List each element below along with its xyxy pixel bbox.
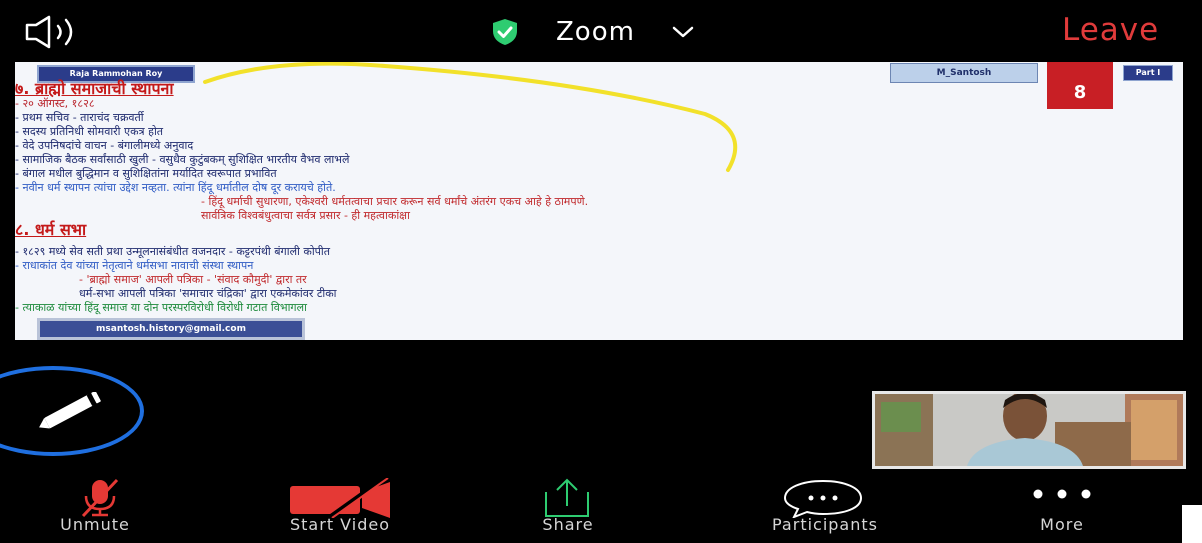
more-button[interactable]: More <box>980 470 1180 543</box>
speaker-icon[interactable] <box>22 14 112 50</box>
participants-button[interactable]: Participants <box>725 470 925 543</box>
slide-line: - १८२९ मध्ये सेव सती प्रथा उन्मूलनासंबंध… <box>15 245 331 258</box>
pencil-icon[interactable] <box>34 392 106 430</box>
video-off-icon <box>290 478 390 518</box>
slide-subline: धर्म-सभा आपली पत्रिका 'समाचार चंद्रिका' … <box>79 287 337 300</box>
meeting-title-group[interactable]: Zoom <box>490 14 695 50</box>
more-label: More <box>1040 515 1084 534</box>
microphone-muted-icon <box>81 478 119 518</box>
participant-video-image <box>875 394 1183 466</box>
slide-line: - सामाजिक बैठक सर्वांसाठी खुली - वसुधैव … <box>15 153 350 166</box>
slide-line: - सदस्य प्रतिनिधी सोमवारी एकत्र होत <box>15 125 164 138</box>
section-heading-brahmo-samaj: ७. ब्राह्मो समाजाची स्थापना <box>15 79 174 98</box>
presenter-name-tag: M_Santosh <box>890 63 1038 83</box>
participant-video-thumbnail[interactable] <box>872 391 1186 469</box>
start-video-button[interactable]: Start Video <box>240 470 440 543</box>
slide-line: - वेदे उपनिषदांचे वाचन - बंगालीमध्ये अनु… <box>15 139 194 152</box>
meeting-top-bar: Zoom Leave <box>0 0 1202 62</box>
meeting-toolbar: Unmute Start Video Share Participants Mo… <box>0 470 1202 543</box>
slide-line: - त्याकाळ यांच्या हिंदू समाज या दोन परस्… <box>15 301 307 314</box>
slide-page-number: 8 <box>1047 62 1113 109</box>
share-button[interactable]: Share <box>480 470 680 543</box>
slide-line: - नवीन धर्म स्थापन त्यांचा उद्देश नव्हता… <box>15 181 336 194</box>
slide-part-tag: Part I <box>1123 65 1173 81</box>
slide-line: - राधाकांत देव यांच्या नेतृत्वाने धर्मसभ… <box>15 259 254 272</box>
slide-line: - प्रथम सचिव - ताराचंद चक्रवर्ती <box>15 111 144 124</box>
participants-chat-icon <box>783 479 863 518</box>
slide-subline: - हिंदू धर्माची सुधारणा, एकेश्वरी धर्मतत… <box>201 195 589 208</box>
more-dots-icon <box>1033 489 1091 499</box>
shared-screen-slide: Raja Rammohan Roy M_Santosh 8 Part I ७. … <box>15 62 1183 340</box>
slide-subline: सार्वत्रिक विश्वबंधुत्वाचा सर्वत्र प्रसा… <box>201 209 410 222</box>
leave-button[interactable]: Leave <box>1062 12 1159 48</box>
encryption-shield-icon <box>493 19 517 45</box>
share-label: Share <box>542 515 594 534</box>
slide-subline: - 'ब्राह्मो समाज' आपली पत्रिका - 'संवाद … <box>79 273 307 286</box>
corner-white-box <box>1182 505 1202 543</box>
share-screen-icon <box>545 478 589 517</box>
slide-line: - बंगाल मधील बुद्धिमान व सुशिक्षितांना म… <box>15 167 277 180</box>
start-video-label: Start Video <box>290 515 390 534</box>
unmute-button[interactable]: Unmute <box>0 470 200 543</box>
meeting-title: Zoom <box>556 17 635 47</box>
unmute-label: Unmute <box>60 515 130 534</box>
presenter-email: msantosh.history@gmail.com <box>37 318 305 340</box>
slide-line: - २० ऑगस्ट, १८२८ <box>15 97 95 110</box>
participants-label: Participants <box>772 515 878 534</box>
section-heading-dharma-sabha: ८. धर्म सभा <box>15 220 87 239</box>
chevron-down-icon[interactable] <box>671 24 695 40</box>
